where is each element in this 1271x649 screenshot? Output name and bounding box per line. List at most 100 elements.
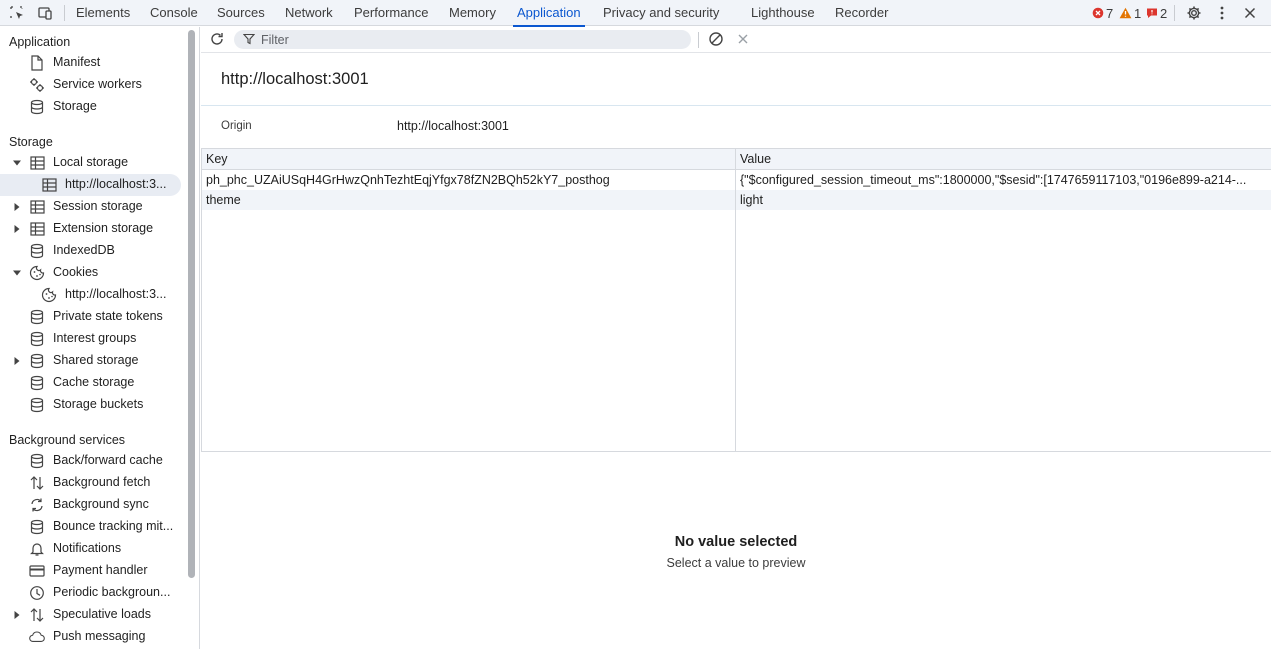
column-header-value[interactable]: Value — [740, 152, 771, 166]
sidebar-scrollbar-thumb[interactable] — [188, 30, 195, 578]
section-title-application: Application — [9, 35, 71, 49]
table-icon — [29, 221, 45, 237]
sidebar-item-bounce-tracking[interactable]: Bounce tracking mit... — [0, 516, 186, 538]
expanded-arrow-icon[interactable] — [13, 159, 21, 167]
sidebar-item-label: Cache storage — [53, 375, 135, 389]
tab-recorder[interactable]: Recorder — [835, 0, 888, 26]
sidebar-item-label: Cookies — [53, 265, 99, 279]
sidebar-item-label: http://localhost:3... — [65, 287, 167, 301]
sidebar-item-storage[interactable]: Storage — [0, 96, 186, 118]
table-row[interactable]: theme light — [201, 190, 1271, 210]
tab-application[interactable]: Application — [513, 0, 585, 27]
sidebar-item-session-storage[interactable]: Session storage — [0, 196, 186, 218]
tab-memory[interactable]: Memory — [449, 0, 496, 26]
column-header-key[interactable]: Key — [206, 152, 228, 166]
sidebar-item-cache-storage[interactable]: Cache storage — [0, 372, 186, 394]
collapsed-arrow-icon[interactable] — [13, 203, 21, 211]
device-toolbar-icon[interactable] — [37, 5, 53, 21]
sidebar-item-label: Background sync — [53, 497, 149, 511]
sidebar-item-notifications[interactable]: Notifications — [0, 538, 186, 560]
toolbar-divider — [698, 32, 699, 48]
sidebar-item-label: Payment handler — [53, 563, 148, 577]
origin-label: Origin — [221, 120, 252, 132]
tab-elements[interactable]: Elements — [76, 0, 130, 26]
sidebar-item-service-workers[interactable]: Service workers — [0, 74, 186, 96]
sidebar-item-push-messaging[interactable]: Push messaging — [0, 626, 186, 648]
cookie-icon — [41, 287, 57, 303]
sidebar-item-interest-groups[interactable]: Interest groups — [0, 328, 186, 350]
sidebar-item-label: http://localhost:3... — [65, 177, 167, 191]
warning-count: 1 — [1134, 5, 1142, 21]
warning-count-badge[interactable]: 1 — [1119, 4, 1141, 22]
devtools-tab-bar: Elements Console Sources Network Perform… — [0, 0, 1271, 27]
sidebar-item-label: Background fetch — [53, 475, 151, 489]
sidebar-item-speculative-loads[interactable]: Speculative loads — [0, 604, 186, 626]
database-icon — [29, 519, 45, 535]
database-icon — [29, 243, 45, 259]
more-options-icon[interactable] — [1214, 5, 1230, 21]
document-icon — [29, 55, 45, 71]
sidebar-item-label: Storage — [53, 99, 97, 113]
sidebar-item-periodic-background-sync[interactable]: Periodic backgroun... — [0, 582, 186, 604]
sync-icon — [29, 497, 45, 513]
sidebar-item-label: IndexedDB — [53, 243, 115, 257]
sidebar-item-label: Local storage — [53, 155, 129, 169]
cookie-icon — [29, 265, 45, 281]
sidebar-item-local-storage[interactable]: Local storage — [0, 152, 186, 174]
error-count-badge[interactable]: 7 — [1092, 4, 1113, 22]
collapsed-arrow-icon[interactable] — [13, 357, 21, 365]
select-element-icon[interactable] — [9, 5, 25, 21]
page-title: http://localhost:3001 — [221, 70, 369, 88]
column-divider[interactable] — [735, 149, 736, 451]
sidebar-item-background-fetch[interactable]: Background fetch — [0, 472, 186, 494]
tab-network[interactable]: Network — [285, 0, 333, 26]
clear-all-icon[interactable] — [708, 31, 724, 47]
collapsed-arrow-icon[interactable] — [13, 225, 21, 233]
tab-lighthouse[interactable]: Lighthouse — [751, 0, 815, 26]
origin-value: http://localhost:3001 — [397, 119, 509, 133]
sidebar-item-payment-handler[interactable]: Payment handler — [0, 560, 186, 582]
tab-performance[interactable]: Performance — [354, 0, 428, 26]
sidebar-item-indexeddb[interactable]: IndexedDB — [0, 240, 186, 262]
issue-count-badge[interactable]: 2 — [1146, 4, 1167, 22]
expanded-arrow-icon[interactable] — [13, 269, 21, 277]
preview-empty-title: No value selected — [674, 534, 798, 550]
sidebar-item-label: Push messaging — [53, 629, 146, 643]
sidebar-item-storage-buckets[interactable]: Storage buckets — [0, 394, 186, 416]
sidebar-item-label: Service workers — [53, 77, 142, 91]
key-value-table: Key Value ph_phc_UZAiUSqH4GrHwzQnhTezhtE… — [201, 148, 1271, 452]
issue-count: 2 — [1160, 5, 1168, 21]
sidebar-scrollbar[interactable] — [186, 27, 200, 649]
divider — [201, 105, 1271, 106]
tab-sources[interactable]: Sources — [217, 0, 265, 26]
database-icon — [29, 375, 45, 391]
issue-icon — [1147, 8, 1157, 18]
row-value: light — [740, 193, 763, 207]
delete-selected-icon[interactable] — [735, 31, 751, 47]
sidebar-item-local-storage-origin[interactable]: http://localhost:3... — [0, 174, 181, 196]
sidebar-item-label: Private state tokens — [53, 309, 163, 323]
sidebar-item-shared-storage[interactable]: Shared storage — [0, 350, 186, 372]
sidebar-item-manifest[interactable]: Manifest — [0, 52, 186, 74]
sidebar-item-label: Periodic backgroun... — [53, 585, 171, 599]
table-row[interactable]: ph_phc_UZAiUSqH4GrHwzQnhTezhtEqjYfgx78fZ… — [201, 170, 1271, 190]
table-icon — [29, 199, 45, 215]
close-devtools-icon[interactable] — [1242, 5, 1258, 21]
sidebar-item-back-forward-cache[interactable]: Back/forward cache — [0, 450, 186, 472]
sidebar-item-cookies[interactable]: Cookies — [0, 262, 186, 284]
settings-gear-icon[interactable] — [1186, 5, 1202, 21]
sidebar-item-label: Interest groups — [53, 331, 137, 345]
filter-input[interactable]: Filter — [234, 30, 691, 49]
collapsed-arrow-icon[interactable] — [13, 611, 21, 619]
sidebar-item-cookies-origin[interactable]: http://localhost:3... — [0, 284, 186, 306]
card-icon — [29, 563, 45, 579]
tab-privacy-and-security[interactable]: Privacy and security — [603, 0, 719, 26]
section-title-background-services: Background services — [9, 433, 126, 447]
sidebar-item-label: Extension storage — [53, 221, 154, 235]
sidebar-item-extension-storage[interactable]: Extension storage — [0, 218, 186, 240]
refresh-icon[interactable] — [209, 31, 225, 47]
sidebar-item-background-sync[interactable]: Background sync — [0, 494, 186, 516]
toolbar-divider — [64, 5, 65, 21]
tab-console[interactable]: Console — [150, 0, 198, 26]
sidebar-item-private-state-tokens[interactable]: Private state tokens — [0, 306, 186, 328]
